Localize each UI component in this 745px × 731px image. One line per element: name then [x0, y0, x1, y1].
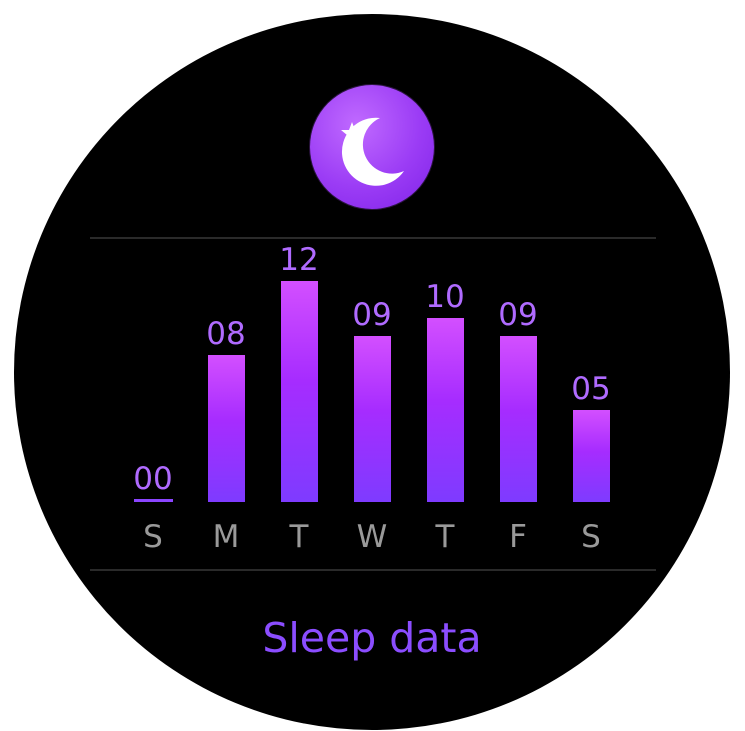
value-label-5: 09: [498, 297, 538, 333]
bar-0: [133, 499, 173, 502]
bottom-divider: [90, 569, 656, 571]
value-label-3: 09: [352, 297, 392, 333]
value-label-0: 00: [133, 461, 173, 497]
watch-face: 00 S 08 M 12 T 09 W 10 T 09 F 05 S Sleep data: [14, 14, 730, 730]
bar-4: [426, 318, 464, 502]
value-label-4: 10: [425, 279, 465, 315]
day-label-4: T: [435, 519, 455, 555]
bar-3: [353, 336, 391, 502]
bar-5: [499, 336, 537, 502]
value-label-1: 08: [206, 316, 246, 352]
day-label-5: F: [509, 519, 527, 555]
value-label-6: 05: [571, 371, 611, 407]
day-label-6: S: [581, 519, 601, 555]
day-label-2: T: [289, 519, 309, 555]
day-label-0: S: [143, 519, 163, 555]
page-title: Sleep data: [262, 614, 482, 662]
day-label-1: M: [212, 519, 240, 555]
bar-6: [572, 410, 610, 502]
day-label-3: W: [356, 519, 388, 555]
bar-2: [280, 281, 318, 502]
bar-1: [207, 355, 245, 502]
value-label-2: 12: [279, 242, 319, 278]
